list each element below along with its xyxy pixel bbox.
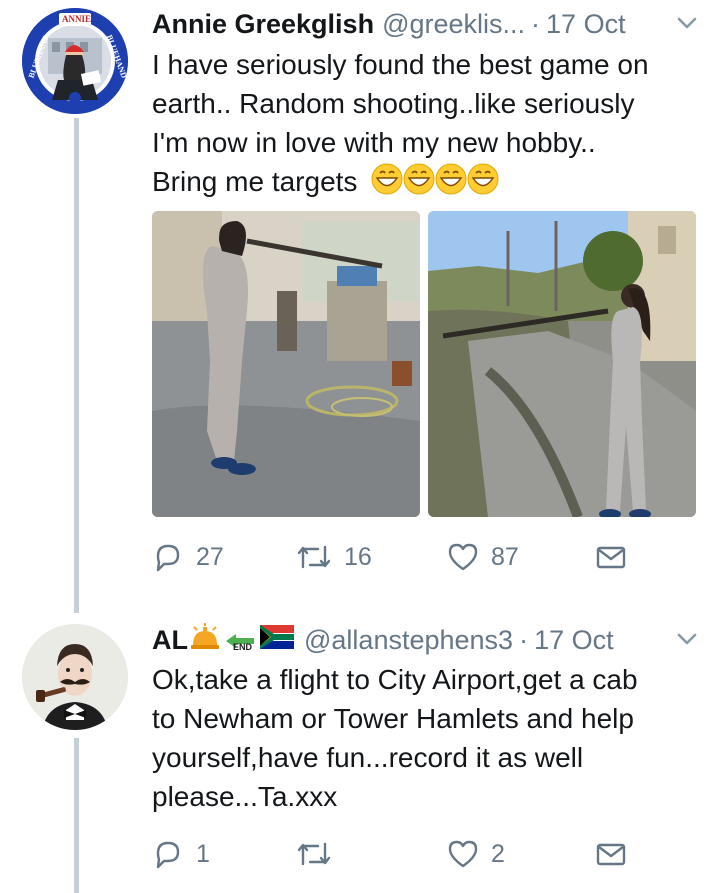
tweet-text-line: I'm now in love with my new hobby.. bbox=[152, 127, 596, 158]
envelope-icon bbox=[596, 546, 626, 569]
display-name[interactable]: AL bbox=[152, 625, 188, 656]
tweet-text-line: to Newham or Tower Hamlets and help bbox=[152, 703, 634, 734]
thread-line bbox=[74, 738, 79, 893]
retweet-icon bbox=[297, 842, 331, 866]
retweet-icon bbox=[297, 545, 331, 569]
grinning-face-icon bbox=[371, 163, 403, 205]
tweet-header: AL END @allanstephens3 · 17 Oct bbox=[152, 620, 702, 660]
tweet-al[interactable]: AL END @allanstephens3 · 17 Oct Ok,take … bbox=[0, 610, 720, 893]
timestamp[interactable]: 17 Oct bbox=[546, 9, 626, 40]
separator: · bbox=[531, 8, 541, 39]
tweet-text: Ok,take a flight to City Airport,get a c… bbox=[152, 660, 700, 816]
retweet-button[interactable]: 16 bbox=[296, 537, 372, 577]
chevron-down-icon[interactable] bbox=[672, 624, 702, 654]
end-label: END bbox=[233, 642, 253, 652]
tweet-text-line: Bring me targets bbox=[152, 162, 700, 205]
avatar[interactable]: ANNIE BLUEHAND BLUEHAND bbox=[22, 8, 128, 114]
separator: · bbox=[519, 624, 529, 655]
like-button[interactable]: 87 bbox=[447, 537, 519, 577]
user-handle[interactable]: @allanstephens3 bbox=[304, 625, 513, 656]
tweet-text-span: Bring me targets bbox=[152, 166, 358, 197]
display-name[interactable]: Annie Greekglish bbox=[152, 9, 374, 40]
thread-line bbox=[74, 118, 79, 613]
heart-icon bbox=[448, 840, 478, 868]
heart-icon bbox=[448, 543, 478, 571]
reply-button[interactable]: 1 bbox=[152, 834, 210, 874]
tweet-annie[interactable]: ANNIE BLUEHAND BLUEHAND Annie Greekglish… bbox=[0, 0, 720, 613]
direct-message-button[interactable] bbox=[595, 537, 639, 577]
envelope-icon bbox=[596, 843, 626, 866]
chevron-down-icon[interactable] bbox=[672, 8, 702, 38]
like-count: 87 bbox=[491, 542, 519, 571]
retweet-count: 16 bbox=[344, 542, 372, 571]
like-button[interactable]: 2 bbox=[447, 834, 505, 874]
tweet-actions: 1 2 bbox=[152, 834, 700, 874]
tweet-text-line: please...Ta.xxx bbox=[152, 781, 338, 812]
tweet-text-line: earth.. Random shooting..like seriously bbox=[152, 88, 635, 119]
user-handle[interactable]: @greeklis... bbox=[382, 9, 525, 40]
timestamp[interactable]: 17 Oct bbox=[534, 625, 614, 656]
reply-button[interactable]: 27 bbox=[152, 537, 224, 577]
end-arrow-icon: END bbox=[224, 626, 256, 654]
reply-icon bbox=[156, 841, 180, 869]
tweet-header: Annie Greekglish @greeklis... · 17 Oct bbox=[152, 4, 702, 44]
tweet-text-line: Ok,take a flight to City Airport,get a c… bbox=[152, 664, 638, 695]
reply-count: 27 bbox=[196, 542, 224, 571]
avatar-badge-text: ANNIE bbox=[62, 14, 92, 24]
tweet-text-line: yourself,have fun...record it as well bbox=[152, 742, 584, 773]
tweet-text-line: I have seriously found the best game on bbox=[152, 49, 649, 80]
bellhop-bell-icon bbox=[190, 622, 220, 658]
south-africa-flag-icon bbox=[260, 624, 294, 656]
avatar[interactable] bbox=[22, 624, 128, 730]
like-count: 2 bbox=[491, 839, 505, 868]
direct-message-button[interactable] bbox=[595, 834, 639, 874]
grinning-face-icon bbox=[435, 163, 467, 205]
tweet-actions: 27 16 87 bbox=[152, 537, 700, 577]
tweet-text: I have seriously found the best game on … bbox=[152, 45, 700, 205]
grinning-face-icon bbox=[467, 163, 499, 205]
reply-count: 1 bbox=[196, 839, 210, 868]
photo-2[interactable] bbox=[428, 211, 696, 517]
reply-icon bbox=[156, 544, 180, 572]
grinning-face-icon bbox=[403, 163, 435, 205]
photo-1[interactable] bbox=[152, 211, 420, 517]
retweet-button[interactable] bbox=[296, 834, 344, 874]
